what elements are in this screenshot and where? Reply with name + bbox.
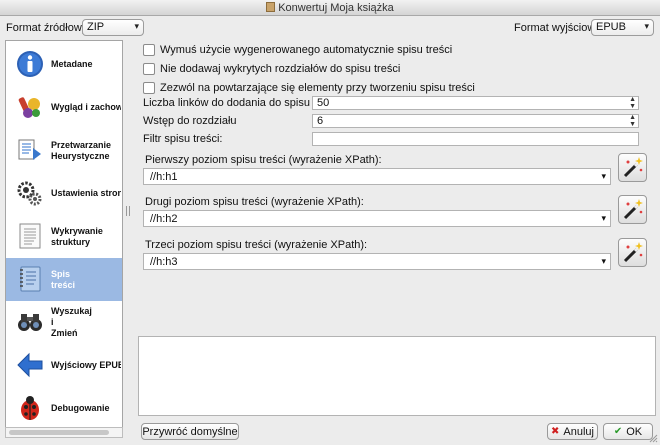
sidebar-item-look-and-feel[interactable]: Wygląd i zachowa <box>6 86 122 129</box>
chevron-down-icon: ▾ <box>134 21 139 31</box>
cancel-icon: ✖ <box>551 426 560 437</box>
ok-label: OK <box>626 425 643 438</box>
sidebar-item-debug[interactable]: Debugowanie <box>6 387 122 430</box>
no-chapters-checkbox[interactable] <box>143 63 155 75</box>
ladybug-icon <box>21 396 39 420</box>
sidebar-item-label: Wykrywanie struktury <box>51 225 103 247</box>
input-format-label: Format źródłowy: <box>6 22 91 34</box>
toc-filter-input[interactable] <box>312 132 639 146</box>
cancel-label: Anuluj <box>563 425 594 438</box>
sidebar: Metadane Wygląd i zachowa Przetwarzanie … <box>5 40 123 438</box>
level3-xpath-input[interactable]: //h:h3 ▾ <box>143 253 611 270</box>
sidebar-item-structure-detection[interactable]: Wykrywanie struktury <box>6 215 122 258</box>
ok-button[interactable]: ✔ OK <box>603 423 653 440</box>
stepper-arrows-icon[interactable]: ▲ ▼ <box>629 96 636 110</box>
output-format-select[interactable]: EPUB ▾ <box>591 19 654 36</box>
sidebar-item-label: Wygląd i zachowa <box>51 102 121 112</box>
level1-wizard-button[interactable] <box>618 153 647 182</box>
resize-grip-icon[interactable] <box>648 433 658 443</box>
chevron-down-icon[interactable]: ▾ <box>601 171 606 182</box>
chevron-down-icon[interactable]: ▾ <box>601 256 606 267</box>
cancel-button[interactable]: ✖ Anuluj <box>547 423 598 440</box>
window-title: Konwertuj Moja książka <box>278 2 394 14</box>
scrollbar-thumb[interactable] <box>9 430 109 435</box>
magic-wand-icon <box>623 199 643 220</box>
gears-icon <box>17 181 42 206</box>
level2-wizard-button[interactable] <box>618 195 647 224</box>
title-bar: Konwertuj Moja książka <box>0 0 660 16</box>
sidebar-item-label: Spis treści <box>51 268 76 290</box>
sidebar-item-label: Metadane <box>51 59 93 69</box>
level3-value: //h:h3 <box>150 256 178 268</box>
chapter-threshold-value: 6 <box>317 115 324 127</box>
links-count-label: Liczba linków do dodania do spisu treści <box>143 97 340 109</box>
window-title-wrap: Konwertuj Moja książka <box>0 2 660 14</box>
chevron-down-icon: ▾ <box>644 21 649 31</box>
heuristics-icon <box>18 139 41 160</box>
sidebar-item-heuristics[interactable]: Przetwarzanie Heurystyczne <box>6 129 122 172</box>
allow-duplicates-checkbox-row[interactable]: Zezwól na powtarzające się elementy przy… <box>143 81 475 95</box>
force-toc-label: Wymuś użycie wygenerowanego automatyczni… <box>160 44 453 56</box>
chapter-threshold-label: Wstęp do rozdziału <box>143 115 237 127</box>
output-format-label: Format wyjściowy <box>514 22 601 34</box>
magic-wand-icon <box>623 157 643 178</box>
links-count-spinbox[interactable]: 50 ▲ ▼ <box>312 96 639 110</box>
splitter-handle[interactable] <box>126 206 130 216</box>
no-chapters-label: Nie dodawaj wykrytych rozdziałów do spis… <box>160 63 401 75</box>
toc-filter-label: Filtr spisu treści: <box>143 133 223 145</box>
magic-wand-icon <box>623 242 643 263</box>
input-format-select[interactable]: ZIP ▾ <box>82 19 144 36</box>
sidebar-item-search-replace[interactable]: Wyszukaj i Zmień <box>6 301 122 344</box>
level3-label: Trzeci poziom spisu treści (wyrażenie XP… <box>145 239 368 251</box>
chapter-threshold-spinbox[interactable]: 6 ▲ ▼ <box>312 114 639 128</box>
level2-label: Drugi poziom spisu treści (wyrażenie XPa… <box>145 196 364 208</box>
paint-icon <box>18 97 40 118</box>
help-text-area[interactable] <box>138 336 656 416</box>
toc-icon <box>20 266 41 292</box>
book-icon <box>266 2 276 12</box>
restore-defaults-button[interactable]: Przywróć domyślne <box>141 423 239 440</box>
sidebar-item-label: Debugowanie <box>51 403 110 413</box>
level3-wizard-button[interactable] <box>618 238 647 267</box>
restore-defaults-label: Przywróć domyślne <box>142 425 238 438</box>
force-toc-checkbox[interactable] <box>143 44 155 56</box>
no-chapters-checkbox-row[interactable]: Nie dodawaj wykrytych rozdziałów do spis… <box>143 62 400 76</box>
sidebar-item-toc[interactable]: Spis treści <box>6 258 122 301</box>
allow-duplicates-label: Zezwól na powtarzające się elementy przy… <box>160 82 475 94</box>
sidebar-scrollbar[interactable] <box>5 427 123 438</box>
force-toc-checkbox-row[interactable]: Wymuś użycie wygenerowanego automatyczni… <box>143 43 452 57</box>
sidebar-item-metadata[interactable]: Metadane <box>6 43 122 86</box>
level1-xpath-input[interactable]: //h:h1 ▾ <box>143 168 611 185</box>
links-count-value: 50 <box>317 97 330 109</box>
sidebar-item-label: Ustawienia strony <box>51 188 121 198</box>
sidebar-item-epub-output[interactable]: Wyjściowy EPUB <box>6 344 122 387</box>
stepper-arrows-icon[interactable]: ▲ ▼ <box>629 114 636 128</box>
allow-duplicates-checkbox[interactable] <box>143 82 155 94</box>
level1-label: Pierwszy poziom spisu treści (wyrażenie … <box>145 154 382 166</box>
binoculars-icon <box>18 314 42 331</box>
sidebar-item-page-setup[interactable]: Ustawienia strony <box>6 172 122 215</box>
format-bar: Format źródłowy: ZIP ▾ Format wyjściowy … <box>0 16 660 38</box>
sidebar-item-label: Wyjściowy EPUB <box>51 360 121 370</box>
sidebar-item-label: Wyszukaj i Zmień <box>51 306 92 338</box>
checkmark-icon: ✔ <box>613 426 623 437</box>
chevron-down-icon[interactable]: ▾ <box>601 213 606 224</box>
level2-value: //h:h2 <box>150 213 178 225</box>
level2-xpath-input[interactable]: //h:h2 ▾ <box>143 210 611 227</box>
output-format-value: EPUB <box>596 21 626 33</box>
info-icon <box>17 51 43 77</box>
level1-value: //h:h1 <box>150 171 178 183</box>
arrow-left-icon <box>17 352 43 378</box>
input-format-value: ZIP <box>87 21 105 33</box>
sidebar-item-label: Przetwarzanie Heurystyczne <box>51 139 112 161</box>
document-icon <box>19 223 41 249</box>
